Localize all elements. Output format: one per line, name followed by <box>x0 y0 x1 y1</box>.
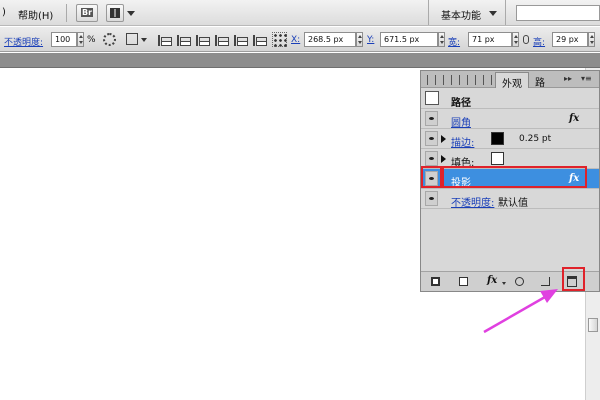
chevron-down-icon <box>489 11 497 16</box>
collapsed-tab[interactable] <box>459 75 460 85</box>
x-position-input[interactable]: 268.5 px <box>304 32 356 47</box>
fill-color-swatch[interactable] <box>491 152 504 165</box>
control-bar: 不透明度: 100 % X: 268.5 px Y: 671.5 px 宽: 7… <box>0 27 600 52</box>
add-new-stroke-icon[interactable] <box>431 277 440 286</box>
collapsed-tab[interactable] <box>491 75 492 85</box>
chevron-down-icon[interactable] <box>141 38 147 42</box>
align-middle-icon[interactable] <box>234 35 248 46</box>
width-stepper[interactable] <box>512 32 519 47</box>
stroke-weight-value: 0.25 pt <box>519 134 552 144</box>
x-label[interactable]: X: <box>291 35 300 45</box>
visibility-eye-icon[interactable] <box>425 131 438 146</box>
tab-pathfinder[interactable]: 路 <box>535 74 545 89</box>
opacity-value: 默认值 <box>498 198 528 209</box>
menu-help[interactable]: 帮助(H) <box>18 7 53 22</box>
link-constrain-icon[interactable] <box>523 35 529 44</box>
row-divider <box>421 208 599 209</box>
opacity-unit: % <box>87 35 96 45</box>
highlight-eye-box <box>421 166 442 188</box>
collapse-panel-icon[interactable]: ▸▸ <box>564 74 572 83</box>
highlight-drop-shadow-box <box>442 166 587 188</box>
appearance-header: 路径 <box>421 89 599 109</box>
x-stepper[interactable] <box>356 32 363 47</box>
tab-appearance[interactable]: 外观 <box>495 72 529 90</box>
width-input[interactable]: 71 px <box>468 32 512 47</box>
chevron-down-icon[interactable] <box>502 282 506 285</box>
object-type-label: 路径 <box>451 98 471 109</box>
recolor-icon[interactable] <box>103 33 116 46</box>
opacity-link[interactable]: 不透明度: <box>451 194 494 209</box>
align-bottom-icon[interactable] <box>253 35 267 46</box>
effect-link[interactable]: 圆角 <box>451 114 471 129</box>
collapsed-tab[interactable] <box>467 75 468 85</box>
visibility-eye-icon[interactable] <box>425 111 438 126</box>
menu-item-partial[interactable]: ) <box>2 7 6 18</box>
object-thumbnail-icon <box>425 91 439 105</box>
collapsed-tab[interactable] <box>443 75 444 85</box>
arrange-documents-button[interactable] <box>106 4 124 22</box>
add-new-effect-icon[interactable]: fx <box>487 275 501 286</box>
y-label[interactable]: Y: <box>367 35 374 45</box>
search-input[interactable] <box>516 5 600 21</box>
opacity-link[interactable]: 不透明度: <box>4 35 43 48</box>
align-right-icon[interactable] <box>196 35 210 46</box>
appearance-row-round-corners[interactable]: 圆角 fx <box>421 109 599 129</box>
menu-separator <box>66 4 67 22</box>
appearance-row-opacity[interactable]: 不透明度: 默认值 <box>421 189 599 209</box>
visibility-eye-icon[interactable] <box>425 191 438 206</box>
collapsed-tab[interactable] <box>427 75 428 85</box>
align-top-icon[interactable] <box>215 35 229 46</box>
stroke-color-swatch[interactable] <box>491 132 504 145</box>
width-label[interactable]: 宽: <box>448 35 460 48</box>
y-position-input[interactable]: 671.5 px <box>380 32 438 47</box>
stroke-link[interactable]: 描边: <box>451 134 474 149</box>
reference-point-icon[interactable] <box>272 32 287 47</box>
bridge-label: Br <box>81 8 94 17</box>
height-input[interactable]: 29 px <box>552 32 588 47</box>
duplicate-item-icon[interactable] <box>541 277 550 286</box>
collapsed-tab[interactable] <box>435 75 436 85</box>
collapsed-tab[interactable] <box>475 75 476 85</box>
height-label[interactable]: 高: <box>533 35 545 48</box>
workspace-label: 基本功能 <box>441 11 481 22</box>
panel-menu-icon[interactable]: ▾≡ <box>581 74 592 83</box>
collapsed-tab[interactable] <box>451 75 452 85</box>
y-stepper[interactable] <box>438 32 445 47</box>
align-to-icon[interactable] <box>126 33 138 45</box>
clear-appearance-icon[interactable] <box>515 277 524 286</box>
document-tab-strip <box>0 53 600 68</box>
panel-tab-strip: 外观 路 ▸▸ ▾≡ <box>421 71 599 90</box>
bridge-button[interactable]: Br <box>76 4 98 22</box>
expand-triangle-icon[interactable] <box>441 135 446 143</box>
scrollbar-thumb[interactable] <box>588 318 598 332</box>
arrange-grid-icon <box>110 8 120 18</box>
add-new-fill-icon[interactable] <box>459 277 468 286</box>
appearance-row-stroke[interactable]: 描边: 0.25 pt <box>421 129 599 149</box>
workspace-switcher[interactable]: 基本功能 <box>428 0 506 25</box>
chevron-down-icon[interactable] <box>127 11 135 16</box>
highlight-trash-box <box>562 267 585 291</box>
menu-bar: ) 帮助(H) Br 基本功能 <box>0 0 600 26</box>
height-stepper[interactable] <box>588 32 595 47</box>
fx-icon: fx <box>569 113 580 124</box>
opacity-input[interactable]: 100 <box>51 32 77 47</box>
align-center-icon[interactable] <box>177 35 191 46</box>
opacity-stepper[interactable] <box>77 32 84 47</box>
align-left-icon[interactable] <box>158 35 172 46</box>
expand-triangle-icon[interactable] <box>441 155 446 163</box>
visibility-eye-icon[interactable] <box>425 151 438 166</box>
collapsed-tab[interactable] <box>483 75 484 85</box>
